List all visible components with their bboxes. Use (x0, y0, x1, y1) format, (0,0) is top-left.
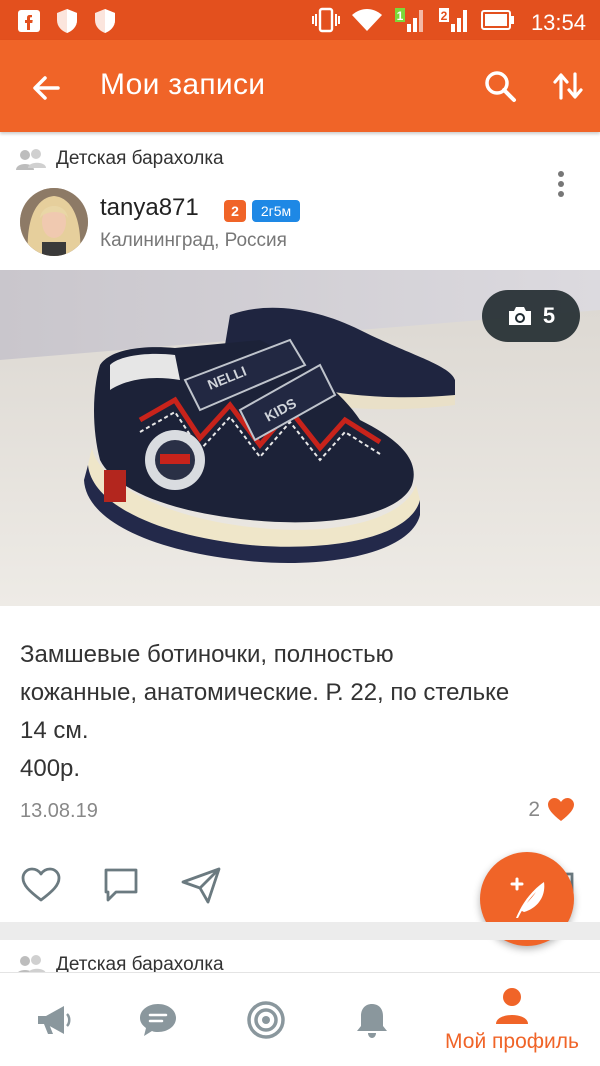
comment-icon[interactable] (100, 864, 142, 906)
chat-icon (140, 1004, 176, 1036)
clock: 13:54 (530, 9, 586, 35)
nav-label: Мой профиль (445, 1030, 579, 1053)
send-icon[interactable] (180, 864, 222, 906)
photo-count-badge[interactable]: 5 (482, 290, 580, 342)
post-text-line: Замшевые ботиночки, полностью (20, 641, 394, 668)
photo-count: 5 (542, 303, 556, 328)
username[interactable]: tanya871 (100, 194, 199, 222)
profile-icon (496, 988, 528, 1024)
feather-plus-icon (510, 877, 545, 918)
post-text-line: кожанные, анатомические. Р. 22, по стель… (20, 679, 510, 706)
post-date: 13.08.19 (20, 800, 98, 822)
signal-icon: 1 (393, 6, 427, 39)
post-text-line: 400р. (20, 755, 81, 782)
like-count[interactable]: 2 (528, 798, 574, 822)
heart-filled-icon (548, 798, 574, 821)
megaphone-icon (38, 1006, 71, 1034)
target-icon (247, 1001, 285, 1039)
app-bar: Мои записи (0, 40, 600, 132)
avatar[interactable] (20, 188, 88, 256)
page-title: Мои записи (100, 68, 266, 101)
shield-icon (54, 8, 80, 34)
status-bar: 1 2 13:54 (0, 0, 600, 40)
group-name: Детская барахолка (56, 148, 224, 169)
like-count-value: 2 (528, 798, 540, 821)
like-icon[interactable] (20, 864, 62, 906)
facebook-icon (16, 8, 42, 34)
signal-icon: 2 (437, 6, 471, 39)
shield-icon (92, 8, 118, 34)
post-text-line: 14 см. (20, 717, 89, 744)
svg-text:1: 1 (397, 9, 404, 23)
more-options-icon[interactable] (550, 168, 572, 208)
vibrate-icon (311, 7, 341, 38)
group-link[interactable]: Детская барахолка (16, 148, 224, 170)
nav-discussions[interactable] (244, 973, 288, 1066)
author-location: Калининград, Россия (100, 230, 287, 251)
search-icon[interactable] (482, 68, 518, 104)
camera-icon (508, 307, 531, 325)
nav-events[interactable] (32, 973, 76, 1066)
post-text: Замшевые ботиночки, полностью кожанные, … (20, 636, 585, 788)
battery-icon (480, 9, 515, 36)
nav-messages[interactable] (136, 973, 180, 1066)
level-badge: 2 (224, 200, 246, 222)
bell-icon (357, 1004, 387, 1038)
svg-text:2: 2 (441, 9, 448, 23)
bottom-navigation: Мой профиль (0, 972, 600, 1066)
nav-notifications[interactable] (350, 973, 394, 1066)
nav-my-profile[interactable]: Мой профиль (430, 973, 594, 1066)
wifi-icon (351, 7, 383, 38)
post-separator (0, 922, 600, 940)
back-arrow-icon[interactable] (28, 70, 64, 106)
membership-badge: 2г5м (252, 200, 300, 222)
sort-icon[interactable] (550, 68, 586, 104)
group-icon (16, 149, 46, 170)
post-author: tanya871 2 2г5м Калининград, Россия (20, 171, 580, 260)
post-actions (20, 864, 222, 906)
